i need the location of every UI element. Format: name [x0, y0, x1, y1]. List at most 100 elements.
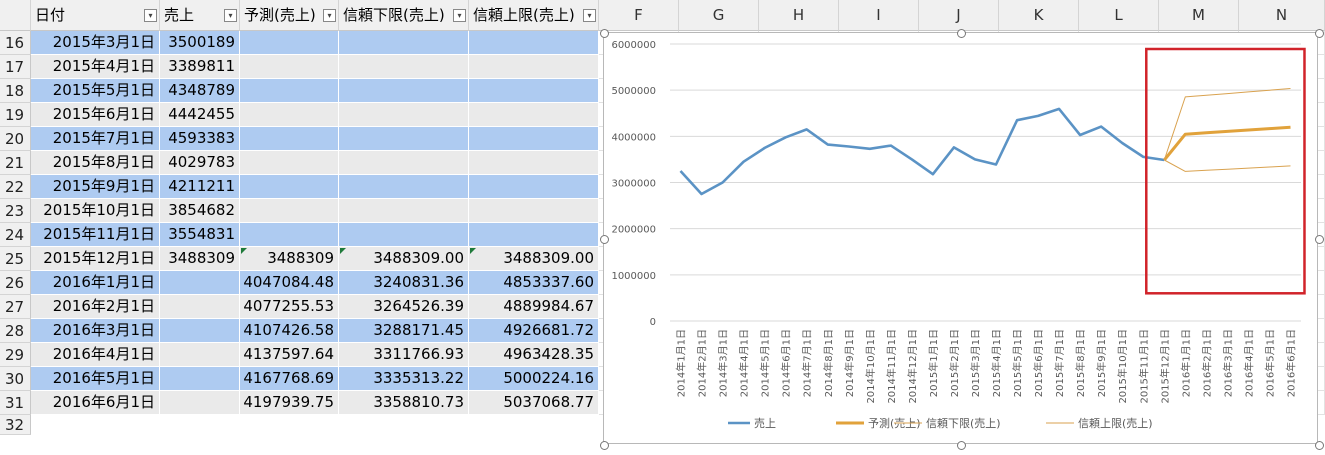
table-cell[interactable]: 2016年2月1日 [31, 295, 160, 319]
table-header-5[interactable]: 信頼上限(売上) ▾ [469, 0, 599, 31]
table-cell[interactable]: 4889984.67 [469, 295, 599, 319]
row-number[interactable]: 23 [0, 199, 31, 223]
table-cell[interactable]: 2015年8月1日 [31, 151, 160, 175]
forecast-chart[interactable]: 0 1000000 2000000 3000000 4000000 5000000 6000… [600, 29, 1324, 450]
table-cell[interactable]: 5037068.77 [469, 391, 599, 415]
table-cell[interactable]: 3500189 [160, 31, 240, 55]
table-cell[interactable] [240, 31, 339, 55]
column-header-k[interactable]: K [999, 0, 1079, 31]
table-cell[interactable] [240, 103, 339, 127]
table-cell[interactable] [339, 151, 469, 175]
table-cell[interactable]: 3488309 [160, 247, 240, 271]
table-cell[interactable]: 4593383 [160, 127, 240, 151]
table-cell[interactable]: 4029783 [160, 151, 240, 175]
column-header-i[interactable]: I [839, 0, 919, 31]
table-header-3[interactable]: 予測(売上) ▾ [240, 0, 339, 31]
table-cell[interactable]: 3488309 [240, 247, 339, 271]
chart-resize-handle[interactable] [1315, 29, 1324, 38]
table-cell[interactable] [339, 175, 469, 199]
table-cell[interactable]: 3264526.39 [339, 295, 469, 319]
chart-resize-handle[interactable] [600, 29, 609, 38]
table-cell[interactable] [339, 103, 469, 127]
table-cell[interactable]: 3554831 [160, 223, 240, 247]
row-number[interactable]: 17 [0, 55, 31, 79]
filter-dropdown-icon[interactable]: ▾ [323, 9, 336, 22]
table-cell[interactable] [339, 31, 469, 55]
row-number[interactable]: 18 [0, 79, 31, 103]
table-cell[interactable] [240, 151, 339, 175]
table-cell[interactable] [240, 175, 339, 199]
row-number[interactable]: 32 [0, 415, 31, 435]
row-number[interactable]: 28 [0, 319, 31, 343]
filter-dropdown-icon[interactable]: ▾ [583, 9, 596, 22]
table-cell[interactable] [469, 223, 599, 247]
table-cell[interactable] [160, 319, 240, 343]
table-cell[interactable]: 5000224.16 [469, 367, 599, 391]
table-cell[interactable]: 3288171.45 [339, 319, 469, 343]
table-cell[interactable]: 3488309.00 [469, 247, 599, 271]
table-cell[interactable]: 4137597.64 [240, 343, 339, 367]
table-cell[interactable] [469, 151, 599, 175]
table-header-2[interactable]: 売上 ▾ [160, 0, 240, 31]
table-cell[interactable]: 2016年3月1日 [31, 319, 160, 343]
chart-resize-handle[interactable] [957, 29, 966, 38]
table-cell[interactable]: 4442455 [160, 103, 240, 127]
row-number[interactable]: 21 [0, 151, 31, 175]
table-cell[interactable]: 2016年4月1日 [31, 343, 160, 367]
table-cell[interactable]: 3311766.93 [339, 343, 469, 367]
table-cell[interactable]: 2015年12月1日 [31, 247, 160, 271]
chart-resize-handle[interactable] [1315, 441, 1324, 450]
column-header-j[interactable]: J [919, 0, 999, 31]
table-cell[interactable]: 4211211 [160, 175, 240, 199]
table-cell[interactable] [469, 127, 599, 151]
row-number[interactable]: 27 [0, 295, 31, 319]
column-header-l[interactable]: L [1079, 0, 1159, 31]
table-cell[interactable]: 2015年10月1日 [31, 199, 160, 223]
table-cell[interactable]: 2016年5月1日 [31, 367, 160, 391]
row-number[interactable]: 30 [0, 367, 31, 391]
table-cell[interactable]: 4197939.75 [240, 391, 339, 415]
select-all-corner[interactable] [0, 0, 31, 31]
table-cell[interactable]: 2016年6月1日 [31, 391, 160, 415]
table-cell[interactable]: 2015年3月1日 [31, 31, 160, 55]
table-cell[interactable] [160, 367, 240, 391]
table-cell[interactable]: 2015年11月1日 [31, 223, 160, 247]
table-cell[interactable] [339, 79, 469, 103]
row-number[interactable]: 31 [0, 391, 31, 415]
row-number[interactable]: 25 [0, 247, 31, 271]
table-cell[interactable] [240, 199, 339, 223]
table-cell[interactable]: 2016年1月1日 [31, 271, 160, 295]
table-cell[interactable]: 3240831.36 [339, 271, 469, 295]
table-cell[interactable] [469, 103, 599, 127]
filter-dropdown-icon[interactable]: ▾ [453, 9, 466, 22]
table-cell[interactable]: 3389811 [160, 55, 240, 79]
table-cell[interactable] [469, 31, 599, 55]
column-header-h[interactable]: H [759, 0, 839, 31]
table-cell[interactable] [240, 55, 339, 79]
table-cell[interactable]: 3358810.73 [339, 391, 469, 415]
table-cell[interactable]: 4348789 [160, 79, 240, 103]
row-number[interactable]: 29 [0, 343, 31, 367]
table-cell[interactable] [240, 127, 339, 151]
filter-dropdown-icon[interactable]: ▾ [144, 9, 157, 22]
row-number[interactable]: 20 [0, 127, 31, 151]
table-cell[interactable] [339, 55, 469, 79]
row-number[interactable]: 24 [0, 223, 31, 247]
table-cell[interactable]: 2015年7月1日 [31, 127, 160, 151]
table-cell[interactable]: 2015年4月1日 [31, 55, 160, 79]
filter-dropdown-icon[interactable]: ▾ [224, 9, 237, 22]
row-number[interactable]: 19 [0, 103, 31, 127]
table-cell[interactable]: 3854682 [160, 199, 240, 223]
row-number[interactable]: 26 [0, 271, 31, 295]
table-cell[interactable]: 4167768.69 [240, 367, 339, 391]
chart-resize-handle[interactable] [1315, 235, 1324, 244]
column-header-g[interactable]: G [679, 0, 759, 31]
table-cell[interactable]: 3335313.22 [339, 367, 469, 391]
table-cell[interactable]: 4077255.53 [240, 295, 339, 319]
table-cell[interactable]: 2015年6月1日 [31, 103, 160, 127]
table-header-4[interactable]: 信頼下限(売上) ▾ [339, 0, 469, 31]
table-cell[interactable]: 2015年9月1日 [31, 175, 160, 199]
table-cell[interactable]: 4853337.60 [469, 271, 599, 295]
chart-resize-handle[interactable] [600, 235, 609, 244]
column-header-f[interactable]: F [599, 0, 679, 31]
